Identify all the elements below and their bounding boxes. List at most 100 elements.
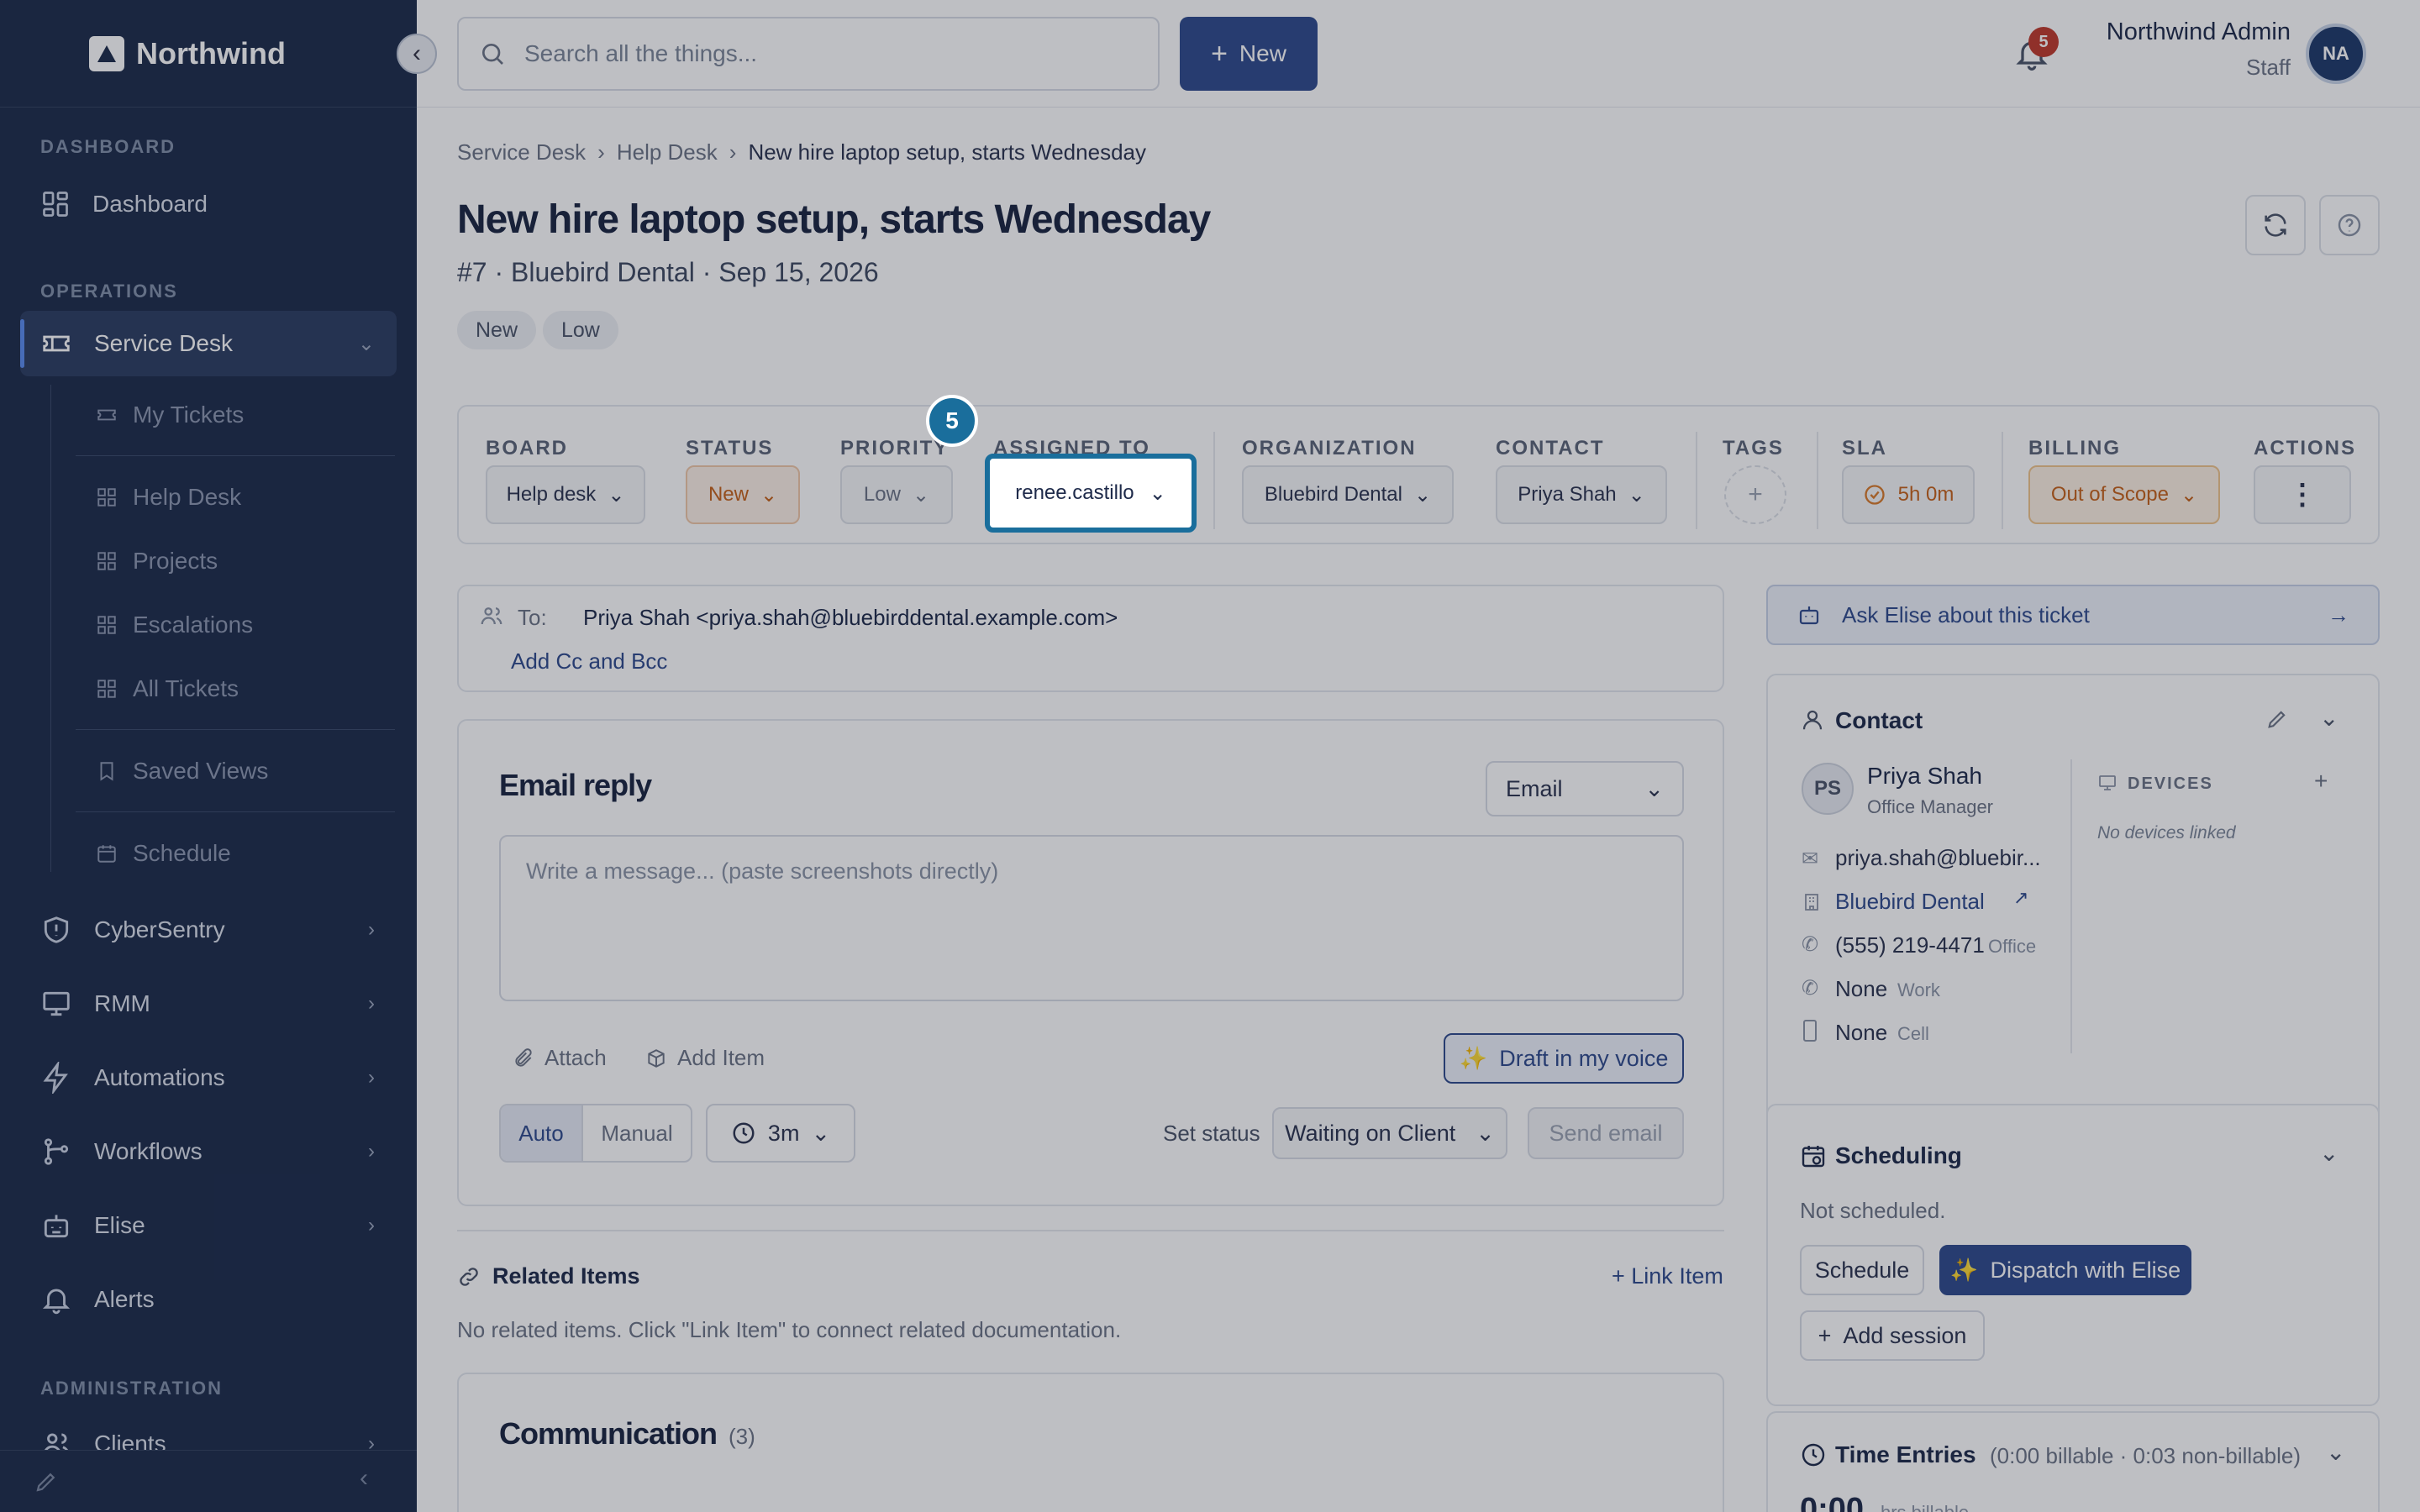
chevron-down-icon: ⌄ bbox=[912, 483, 930, 507]
draft-in-my-voice-button[interactable]: ✨ Draft in my voice bbox=[1444, 1033, 1684, 1084]
sidebar-item-rmm[interactable]: RMM › bbox=[20, 971, 397, 1037]
message-textarea[interactable]: Write a message... (paste screenshots di… bbox=[499, 835, 1684, 1001]
sidebar-item-cybersentry[interactable]: CyberSentry › bbox=[20, 897, 397, 963]
chevron-down-icon: ⌄ bbox=[1414, 483, 1432, 507]
refresh-button[interactable] bbox=[2245, 195, 2306, 255]
sidebar-sub-my-tickets[interactable]: My Tickets bbox=[76, 390, 395, 440]
pencil-icon[interactable] bbox=[34, 1469, 59, 1494]
billing-select[interactable]: Out of Scope ⌄ bbox=[2028, 465, 2220, 524]
page-title: New hire laptop setup, starts Wednesday bbox=[457, 197, 1211, 242]
ticket-fields-bar: BOARD Help desk ⌄ STATUS New ⌄ PRIORITY Lo… bbox=[457, 405, 2380, 544]
add-item-button[interactable]: Add Item bbox=[645, 1045, 765, 1071]
priority-value: Low bbox=[863, 483, 901, 506]
sidebar-sub-all-tickets[interactable]: All Tickets bbox=[76, 664, 395, 714]
add-device-button[interactable]: + bbox=[2314, 768, 2328, 795]
calendar-clock-icon bbox=[1802, 1146, 1825, 1168]
sidebar-collapse-button[interactable]: ‹ bbox=[397, 34, 437, 74]
tags-label: TAGS bbox=[1723, 437, 1784, 459]
contact-phone[interactable]: (555) 219-4471 bbox=[1835, 932, 1985, 958]
organization-select[interactable]: Bluebird Dental ⌄ bbox=[1242, 465, 1454, 524]
email-reply-title: Email reply bbox=[499, 768, 652, 802]
plus-icon: + bbox=[1818, 1322, 1832, 1348]
submenu-line bbox=[50, 385, 51, 872]
email-reply-card: Email reply Email ⌄ Write a message... (p… bbox=[457, 719, 1724, 1206]
contact-cell-phone: None bbox=[1835, 1020, 1888, 1045]
to-recipient[interactable]: Priya Shah <priya.shah@bluebirddental.ex… bbox=[583, 605, 1118, 631]
sidebar-sub-saved-views[interactable]: Saved Views bbox=[76, 746, 395, 796]
sla-badge[interactable]: 5h 0m bbox=[1842, 465, 1975, 524]
attach-button[interactable]: Attach bbox=[513, 1045, 607, 1071]
sidebar-sub-projects[interactable]: Projects bbox=[76, 536, 395, 586]
grid-icon bbox=[97, 552, 116, 570]
sidebar-item-workflows[interactable]: Workflows › bbox=[20, 1119, 397, 1184]
devices-label: DEVICES bbox=[2128, 774, 2213, 793]
send-email-button[interactable]: Send email bbox=[1528, 1107, 1684, 1159]
sidebar-sub-label: My Tickets bbox=[133, 402, 245, 428]
dispatch-with-elise-button[interactable]: ✨ Dispatch with Elise bbox=[1939, 1245, 2191, 1295]
sidebar-item-dashboard[interactable]: Dashboard bbox=[20, 171, 397, 237]
collapse-left-icon[interactable]: ‹ bbox=[360, 1464, 368, 1493]
main-content: Service Desk › Help Desk › New hire lapt… bbox=[417, 108, 2420, 1512]
scheduling-card: Scheduling ⌄ Not scheduled. Schedule ✨ D… bbox=[1766, 1104, 2380, 1406]
help-button[interactable] bbox=[2319, 195, 2380, 255]
add-cc-bcc-link[interactable]: Add Cc and Bcc bbox=[511, 648, 667, 675]
sla-value: 5h 0m bbox=[1897, 483, 1954, 506]
actions-menu-button[interactable]: ⋮ bbox=[2254, 465, 2351, 524]
sidebar-sub-help-desk[interactable]: Help Desk bbox=[76, 472, 395, 522]
add-session-button[interactable]: + Add session bbox=[1800, 1310, 1985, 1361]
sidebar-item-elise[interactable]: Elise › bbox=[20, 1193, 397, 1258]
sidebar-item-automations[interactable]: Automations › bbox=[20, 1045, 397, 1110]
link-item-button[interactable]: + Link Item bbox=[1612, 1263, 1723, 1289]
add-tag-button[interactable]: + bbox=[1724, 465, 1786, 524]
scheduling-title: Scheduling bbox=[1835, 1142, 1962, 1168]
set-status-select[interactable]: Waiting on Client ⌄ bbox=[1272, 1107, 1507, 1159]
new-button[interactable]: + New bbox=[1180, 17, 1318, 91]
manual-mode-button[interactable]: Manual bbox=[583, 1105, 691, 1161]
communication-count: (3) bbox=[729, 1424, 755, 1449]
bolt-icon bbox=[43, 1062, 68, 1094]
ticket-icon bbox=[97, 409, 116, 421]
schedule-button[interactable]: Schedule bbox=[1800, 1245, 1924, 1295]
status-select[interactable]: New ⌄ bbox=[686, 465, 800, 524]
contact-select[interactable]: Priya Shah ⌄ bbox=[1496, 465, 1667, 524]
priority-select[interactable]: Low ⌄ bbox=[840, 465, 953, 524]
timer-select[interactable]: 3m ⌄ bbox=[706, 1104, 855, 1163]
breadcrumb-help-desk[interactable]: Help Desk bbox=[617, 139, 718, 165]
contact-name[interactable]: Priya Shah bbox=[1867, 763, 1982, 790]
calendar-icon bbox=[97, 845, 116, 863]
sidebar-item-service-desk[interactable]: Service Desk ⌄ bbox=[20, 311, 397, 376]
chevron-down-icon[interactable]: ⌄ bbox=[2319, 704, 2338, 732]
communication-card: Communication (3) bbox=[457, 1373, 1724, 1512]
sidebar-sub-label: Help Desk bbox=[133, 484, 242, 510]
sidebar-item-alerts[interactable]: Alerts bbox=[20, 1267, 397, 1332]
communication-header: Communication (3) bbox=[499, 1416, 755, 1452]
contact-email[interactable]: priya.shah@bluebir... bbox=[1835, 845, 2041, 871]
ask-elise-button[interactable]: Ask Elise about this ticket → bbox=[1766, 585, 2380, 645]
tutorial-step-badge: 5 bbox=[926, 395, 978, 447]
phone-icon: ✆ bbox=[1802, 933, 1819, 956]
section-operations: OPERATIONS bbox=[40, 281, 178, 302]
sidebar-sub-schedule[interactable]: Schedule bbox=[76, 828, 395, 879]
chevron-right-icon: › bbox=[368, 918, 375, 941]
status-value: New bbox=[708, 483, 749, 506]
search-input[interactable]: Search all the things... bbox=[457, 17, 1160, 91]
assigned-to-select[interactable]: renee.castillo ⌄ bbox=[985, 454, 1197, 533]
auto-mode-button[interactable]: Auto bbox=[501, 1105, 583, 1161]
brand[interactable]: Northwind bbox=[89, 32, 286, 76]
channel-select[interactable]: Email ⌄ bbox=[1486, 761, 1684, 816]
breadcrumb-service-desk[interactable]: Service Desk bbox=[457, 139, 586, 165]
work-type: Work bbox=[1897, 979, 1940, 1000]
chevron-down-icon[interactable]: ⌄ bbox=[2319, 1139, 2338, 1167]
external-link-icon[interactable]: ↗ bbox=[2013, 887, 2028, 909]
recipients-card: To: Priya Shah <priya.shah@bluebirddenta… bbox=[457, 585, 1724, 692]
bookmark-icon bbox=[100, 762, 113, 781]
edit-pencil-icon[interactable] bbox=[2265, 707, 2289, 731]
sidebar-sub-escalations[interactable]: Escalations bbox=[76, 600, 395, 650]
board-select[interactable]: Help desk ⌄ bbox=[486, 465, 645, 524]
contact-organization-link[interactable]: Bluebird Dental bbox=[1835, 889, 1985, 915]
sla-label: SLA bbox=[1842, 437, 1887, 459]
user-menu[interactable]: Northwind Admin Staff bbox=[2107, 18, 2291, 81]
sparkle-wand-icon: ✨ bbox=[1459, 1046, 1488, 1071]
avatar[interactable]: NA bbox=[2306, 24, 2366, 84]
chevron-down-icon[interactable]: ⌄ bbox=[2326, 1438, 2345, 1466]
